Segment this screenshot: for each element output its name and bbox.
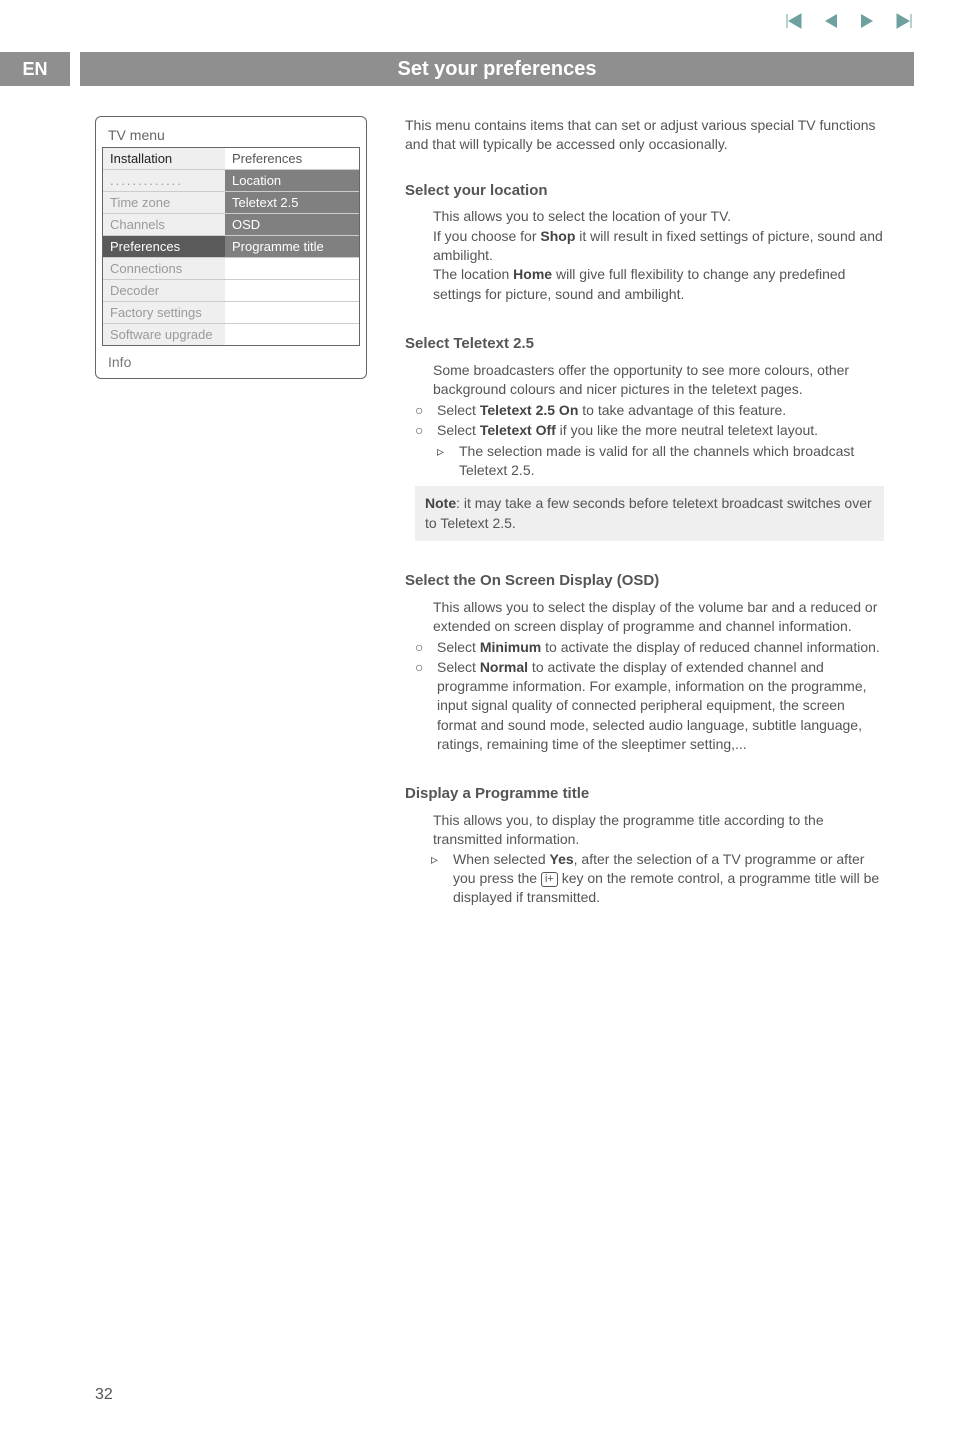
- intro-paragraph: This menu contains items that can set or…: [405, 116, 884, 155]
- teletext-subnote: The selection made is valid for all the …: [459, 442, 884, 481]
- osd-intro: This allows you to select the display of…: [405, 598, 884, 637]
- page-number: 32: [95, 1386, 113, 1404]
- teletext-intro: Some broadcasters offer the opportunity …: [405, 361, 884, 400]
- menu-left-installation: Installation: [103, 148, 225, 170]
- menu-right-programme-title: Programme title: [225, 236, 359, 258]
- location-line-1: This allows you to select the location o…: [433, 207, 884, 226]
- language-badge: EN: [0, 52, 70, 86]
- section-teletext-heading: Select Teletext 2.5: [405, 334, 884, 355]
- last-icon[interactable]: [894, 12, 914, 30]
- menu-left-decoder: Decoder: [103, 280, 225, 302]
- location-line-3: The location Home will give full flexibi…: [433, 265, 884, 304]
- next-icon[interactable]: [858, 12, 876, 30]
- menu-right-empty-2: [225, 280, 359, 302]
- menu-info-label: Info: [102, 346, 360, 370]
- menu-left-factory: Factory settings: [103, 302, 225, 324]
- location-line-2: If you choose for Shop it will result in…: [433, 227, 884, 266]
- section-progtitle-heading: Display a Programme title: [405, 784, 884, 805]
- tv-menu-panel: TV menu Installation Preferences .......…: [95, 116, 367, 379]
- menu-right-empty-4: [225, 324, 359, 345]
- prev-icon[interactable]: [822, 12, 840, 30]
- progtitle-intro: This allows you, to display the programm…: [405, 811, 884, 850]
- first-icon[interactable]: [784, 12, 804, 30]
- menu-right-osd: OSD: [225, 214, 359, 236]
- section-location-heading: Select your location: [405, 181, 884, 202]
- menu-right-empty-3: [225, 302, 359, 324]
- teletext-note-box: Note: it may take a few seconds before t…: [415, 486, 884, 541]
- menu-right-teletext: Teletext 2.5: [225, 192, 359, 214]
- menu-grid: Installation Preferences ............. L…: [102, 147, 360, 346]
- teletext-bullet-1: ○ Select Teletext 2.5 On to take advanta…: [413, 401, 884, 420]
- osd-bullet-1: ○ Select Minimum to activate the display…: [413, 638, 884, 657]
- menu-title: TV menu: [102, 123, 360, 147]
- menu-left-time-zone: Time zone: [103, 192, 225, 214]
- menu-right-empty-1: [225, 258, 359, 280]
- menu-left-preferences: Preferences: [103, 236, 225, 258]
- teletext-bullet-2: ○ Select Teletext Off if you like the mo…: [413, 421, 884, 481]
- menu-right-location: Location: [225, 170, 359, 192]
- menu-left-connections: Connections: [103, 258, 225, 280]
- i-plus-icon: i+: [541, 872, 558, 887]
- menu-left-blank: .............: [103, 170, 225, 192]
- osd-bullet-2: ○ Select Normal to activate the display …: [413, 658, 884, 755]
- pdf-nav-bar: [784, 12, 914, 30]
- page-title: Set your preferences: [80, 52, 914, 86]
- menu-col2-header: Preferences: [225, 148, 359, 170]
- progtitle-sub: ▹ When selected Yes, after the selection…: [405, 850, 884, 908]
- menu-left-channels: Channels: [103, 214, 225, 236]
- menu-left-software: Software upgrade: [103, 324, 225, 345]
- section-osd-heading: Select the On Screen Display (OSD): [405, 571, 884, 592]
